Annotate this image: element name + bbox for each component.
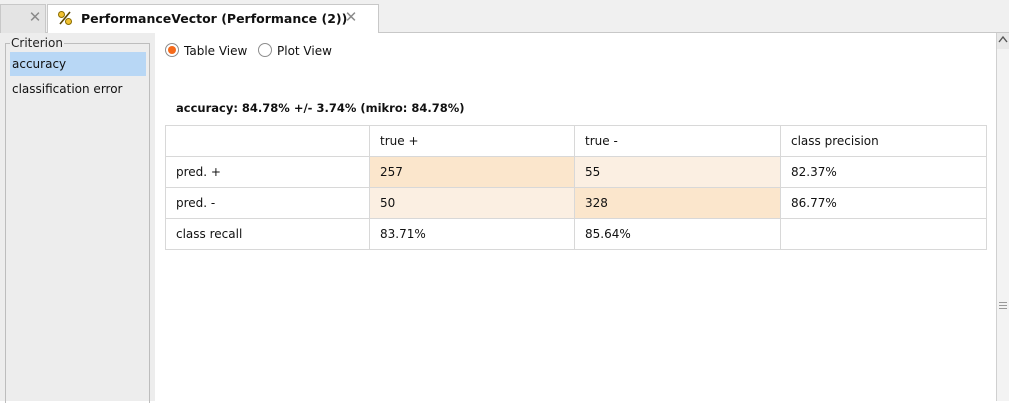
cell-empty	[780, 218, 987, 250]
vertical-scrollbar[interactable]	[996, 33, 1009, 401]
confusion-matrix-table: true + true - class precision pred. + 25…	[165, 125, 987, 250]
percent-icon	[57, 10, 73, 26]
cell-false-negative: 50	[369, 187, 575, 219]
cell-recall-plus: 83.71%	[369, 218, 575, 250]
editor-tab-bar: ✕ PerformanceVector (Performance (2)) ✕	[0, 0, 1009, 34]
table-view-label: Table View	[184, 44, 248, 58]
cell-false-positive: 55	[574, 156, 781, 188]
header-cell-true-plus: true +	[369, 125, 575, 157]
close-tab-icon[interactable]: ✕	[343, 8, 359, 26]
close-tab-icon[interactable]: ✕	[27, 8, 43, 26]
row-label-pred-plus: pred. +	[165, 156, 370, 188]
grip-icon	[999, 308, 1007, 309]
table-row: pred. - 50 328 86.77%	[165, 187, 987, 219]
table-row: class recall 83.71% 85.64%	[165, 218, 987, 250]
criterion-item-classification-error[interactable]: classification error	[10, 77, 146, 101]
grip-icon	[999, 302, 1007, 303]
scrollbar-thumb[interactable]	[997, 49, 1009, 401]
tab-performance-vector[interactable]: PerformanceVector (Performance (2)) ✕	[47, 4, 379, 34]
performance-summary: accuracy: 84.78% +/- 3.74% (mikro: 84.78…	[176, 101, 465, 115]
header-cell-empty	[165, 125, 370, 157]
performance-view: Table View Plot View accuracy: 84.78% +/…	[155, 33, 996, 401]
row-label-class-recall: class recall	[165, 218, 370, 250]
criterion-item-accuracy[interactable]: accuracy	[10, 52, 146, 76]
row-label-pred-minus: pred. -	[165, 187, 370, 219]
cell-recall-minus: 85.64%	[574, 218, 781, 250]
header-cell-class-precision: class precision	[780, 125, 987, 157]
cell-true-negative: 328	[574, 187, 781, 219]
grip-icon	[999, 305, 1007, 306]
table-header-row: true + true - class precision	[165, 125, 987, 157]
criterion-panel: Criterion accuracy classification error	[0, 33, 155, 403]
cell-true-positive: 257	[369, 156, 575, 188]
table-row: pred. + 257 55 82.37%	[165, 156, 987, 188]
tab-previous[interactable]: ✕	[0, 4, 46, 33]
cell-precision-minus: 86.77%	[780, 187, 987, 219]
plot-view-label: Plot View	[277, 44, 332, 58]
cell-precision-plus: 82.37%	[780, 156, 987, 188]
header-cell-true-minus: true -	[574, 125, 781, 157]
scroll-up-icon[interactable]	[997, 34, 1009, 48]
radio-selected-icon[interactable]	[165, 43, 179, 57]
criterion-legend: Criterion	[10, 36, 64, 50]
tab-title: PerformanceVector (Performance (2))	[81, 11, 348, 26]
radio-unselected-icon[interactable]	[258, 43, 272, 57]
